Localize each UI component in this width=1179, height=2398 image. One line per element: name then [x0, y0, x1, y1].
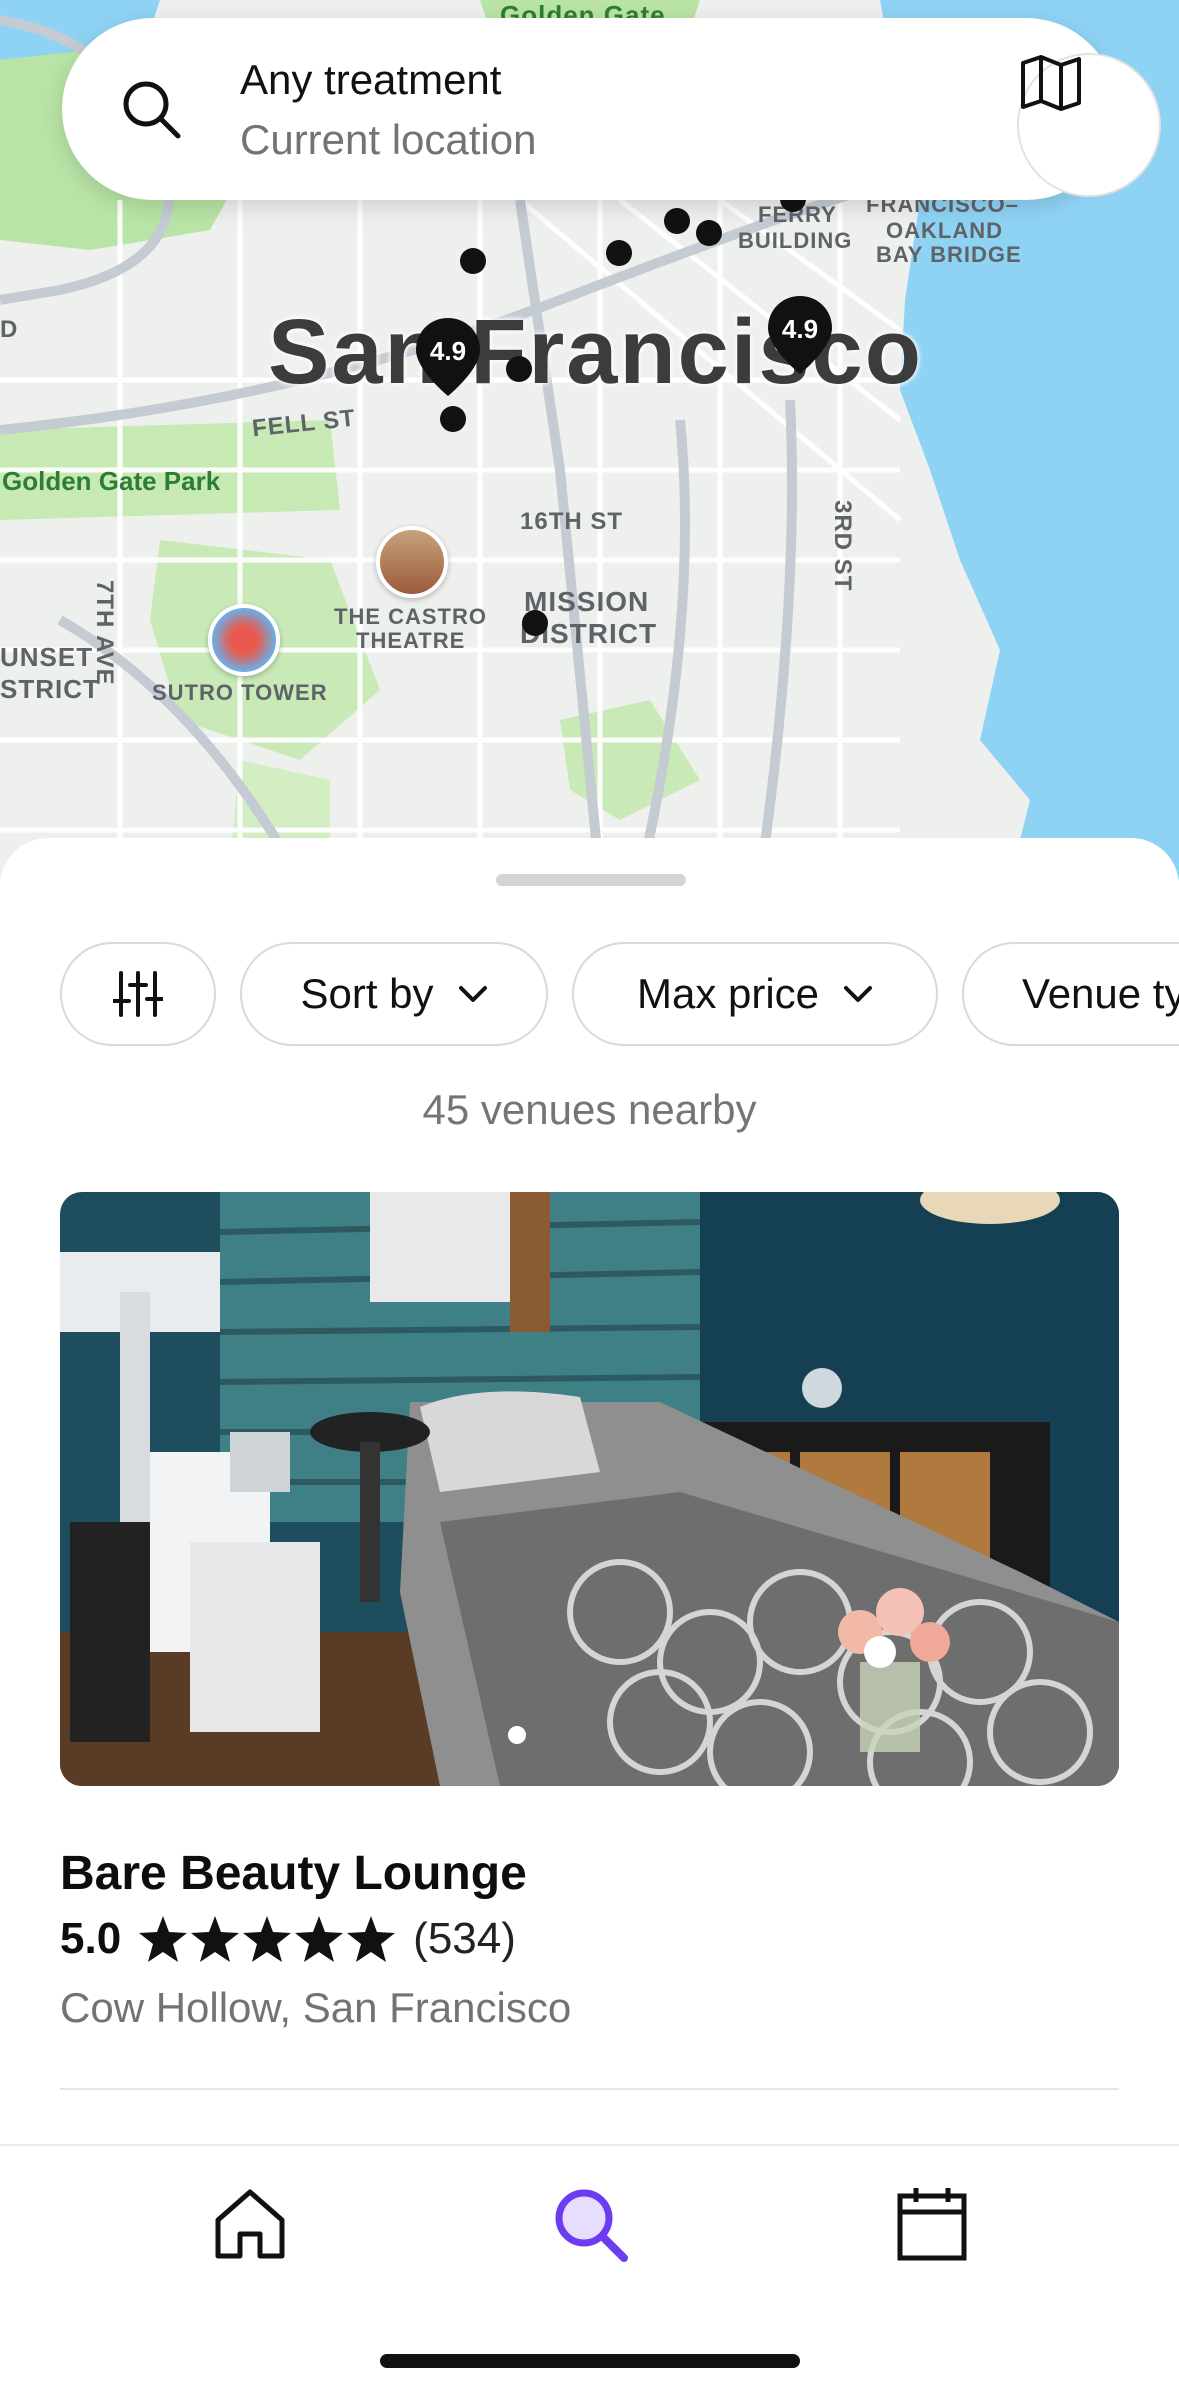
search-icon	[555, 2189, 628, 2262]
max-price-label: Max price	[636, 970, 820, 1017]
venue-type-label: Venue type	[1022, 970, 1179, 1017]
map-label-castro-2: THEATRE	[356, 628, 466, 653]
sheet-drag-handle[interactable]	[496, 874, 686, 886]
map-label-bay-bridge-2: OAKLAND	[886, 218, 1003, 243]
map-toggle-button[interactable]	[1017, 53, 1161, 197]
venue-type-dropdown[interactable]: Venue type	[962, 942, 1179, 1046]
venue-photo[interactable]	[60, 1192, 1119, 1786]
map-label-castro-1: THE CASTRO	[334, 604, 487, 629]
map-label-sutro: SUTRO TOWER	[152, 680, 328, 705]
star-icon	[191, 1916, 240, 1962]
home-icon	[215, 2189, 285, 2259]
map-venue-dot[interactable]	[664, 208, 690, 234]
search-location: Current location	[240, 116, 537, 163]
tab-calendar[interactable]	[892, 2184, 972, 2264]
map-venue-dot[interactable]	[506, 356, 532, 382]
map-venue-dot[interactable]	[460, 248, 486, 274]
map-label-sunset-1: UNSET	[0, 642, 94, 672]
sutro-tower-poi-icon[interactable]	[208, 604, 280, 676]
rating-value: 5.0	[60, 1914, 122, 1963]
map-venue-dot[interactable]	[522, 610, 548, 636]
map-venue-dot[interactable]	[606, 240, 632, 266]
map-label-3rd-st: 3RD ST	[829, 500, 856, 592]
map-label-left-d: D	[0, 316, 19, 343]
home-indicator[interactable]	[380, 2354, 800, 2368]
star-icon	[243, 1916, 292, 1962]
search-bar[interactable]: Any treatment Current location	[62, 18, 1161, 200]
list-divider	[60, 2088, 1119, 2090]
sort-by-dropdown[interactable]: Sort by	[240, 942, 548, 1046]
star-rating	[139, 1916, 396, 1962]
search-icon	[123, 81, 181, 139]
chevron-down-icon	[458, 986, 487, 1002]
sliders-icon	[113, 971, 163, 1017]
map-label-sunset-2: STRICT	[0, 674, 100, 704]
map-pin-rating[interactable]: 4.9	[768, 296, 832, 374]
max-price-dropdown[interactable]: Max price	[572, 942, 938, 1046]
venue-photo-image	[60, 1192, 1119, 1786]
star-icon	[295, 1916, 344, 1962]
chevron-down-icon	[844, 986, 873, 1002]
star-icon	[139, 1916, 188, 1962]
venue-rating: 5.0 (534)	[60, 1914, 516, 1964]
filters-button[interactable]	[60, 942, 216, 1046]
map-pin-rating[interactable]: 4.9	[416, 318, 480, 396]
venue-location: Cow Hollow, San Francisco	[60, 1984, 572, 2031]
map-label-ferry-2: BUILDING	[738, 228, 853, 253]
map-label-golden-gate-park: Golden Gate Park	[2, 466, 221, 496]
map-icon	[1021, 55, 1081, 111]
review-count: (534)	[413, 1914, 516, 1963]
calendar-icon	[897, 2188, 967, 2261]
tab-home[interactable]	[210, 2184, 290, 2264]
star-icon	[347, 1916, 396, 1962]
map-view[interactable]: Golden Gate D San Francisco FELL ST Gold…	[0, 0, 1179, 880]
map-pin-rating-label: 4.9	[781, 314, 819, 344]
map-pin-rating-label: 4.9	[429, 336, 467, 366]
map-label-bay-bridge-3: BAY BRIDGE	[876, 242, 1022, 267]
castro-theatre-poi-icon[interactable]	[376, 526, 448, 598]
photo-carousel-indicator[interactable]	[508, 1726, 526, 1744]
tab-search[interactable]	[550, 2184, 630, 2264]
search-treatment: Any treatment	[240, 56, 502, 103]
sort-by-label: Sort by	[300, 970, 434, 1017]
map-venue-dot[interactable]	[696, 220, 722, 246]
map-label-16th-st: 16TH ST	[520, 508, 624, 535]
venue-name[interactable]: Bare Beauty Lounge	[60, 1846, 527, 1901]
map-venue-dot[interactable]	[440, 406, 466, 432]
venue-count: 45 venues nearby	[422, 1086, 757, 1133]
map-label-7th-ave: 7TH AVE	[91, 580, 118, 686]
